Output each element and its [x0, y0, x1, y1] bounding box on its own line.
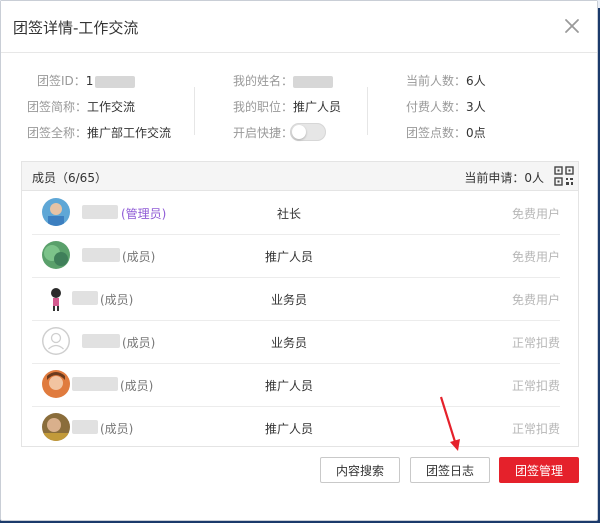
member-role: (成员) — [120, 379, 154, 393]
dialog-title: 团签详情-工作交流 — [13, 19, 139, 37]
redacted-name — [293, 75, 334, 88]
dialog-footer: 内容搜索 团签日志 团签管理 — [1, 453, 599, 493]
members-panel: 成员（6/65） 当前申请：0人 (管理员) 社长 免费用户 (成员) 推广人员… — [21, 161, 579, 447]
member-row[interactable]: (管理员) 社长 免费用户 — [32, 191, 560, 235]
member-status: 正常扣费 — [511, 422, 560, 436]
my-name-label: 我的姓名： — [233, 74, 294, 88]
group-shortname-row: 团签简称：工作交流 — [27, 98, 135, 116]
close-icon[interactable] — [561, 15, 583, 37]
quick-enable-label: 开启快捷： — [233, 126, 294, 140]
info-divider — [194, 87, 195, 135]
member-role: (成员) — [122, 336, 156, 350]
member-name-redacted — [72, 420, 98, 434]
group-fullname-label: 团签全称： — [27, 126, 88, 140]
my-name-row: 我的姓名： — [233, 72, 334, 90]
member-post: 推广人员 — [264, 422, 313, 436]
member-status: 正常扣费 — [511, 336, 560, 350]
members-title: 成员（6/65） — [32, 171, 107, 185]
member-name-redacted — [72, 291, 98, 305]
quick-enable-row: 开启快捷： — [233, 124, 293, 142]
member-status: 免费用户 — [511, 207, 560, 221]
dialog-titlebar: 团签详情-工作交流 — [1, 1, 597, 53]
member-name-redacted — [82, 248, 120, 262]
member-status: 正常扣费 — [511, 379, 560, 393]
member-status: 免费用户 — [511, 293, 560, 307]
paid-count-row: 付费人数：3人 — [406, 98, 486, 116]
current-count-row: 当前人数：6人 — [406, 72, 486, 90]
paid-count-label: 付费人数： — [406, 100, 467, 114]
my-position-label: 我的职位： — [233, 100, 294, 114]
group-fullname-row: 团签全称：推广部工作交流 — [27, 124, 171, 142]
group-info: 团签ID：1 团签简称：工作交流 团签全称：推广部工作交流 我的姓名： 我的职位… — [1, 63, 599, 153]
member-name-redacted — [82, 205, 118, 219]
my-position-row: 我的职位：推广人员 — [233, 98, 341, 116]
content-search-button[interactable]: 内容搜索 — [320, 457, 400, 483]
group-id-row: 团签ID：1 — [37, 72, 136, 90]
member-post: 社长 — [276, 207, 301, 221]
member-row[interactable]: (成员) 业务员 正常扣费 — [32, 320, 560, 364]
group-log-button[interactable]: 团签日志 — [410, 457, 490, 483]
default-avatar-icon — [42, 327, 70, 355]
member-avatar — [42, 413, 70, 441]
quick-enable-toggle[interactable] — [290, 123, 326, 141]
apply-label: 当前申请： — [464, 171, 525, 185]
my-position-value: 推广人员 — [293, 100, 342, 114]
member-role: (成员) — [100, 422, 134, 436]
member-row[interactable]: (成员) 业务员 免费用户 — [32, 277, 560, 321]
group-details-dialog: 团签详情-工作交流 团签ID：1 团签简称：工作交流 团签全称：推广部工作交流 … — [0, 0, 598, 521]
member-name-redacted — [72, 377, 118, 391]
members-list: (管理员) 社长 免费用户 (成员) 推广人员 免费用户 (成员) 业务员 免费… — [22, 191, 578, 446]
member-post: 推广人员 — [264, 379, 313, 393]
member-avatar — [42, 198, 70, 226]
current-count-value: 6人 — [466, 74, 486, 88]
toggle-knob — [292, 125, 306, 139]
group-id-label: 团签ID： — [37, 74, 86, 88]
member-avatar — [42, 284, 70, 312]
member-row[interactable]: (成员) 推广人员 免费用户 — [32, 234, 560, 278]
member-role: (成员) — [122, 250, 156, 264]
apply-status: 当前申请：0人 — [464, 169, 544, 186]
member-post: 业务员 — [270, 293, 307, 307]
member-role: (成员) — [100, 293, 134, 307]
member-avatar — [42, 241, 70, 269]
paid-count-value: 3人 — [466, 100, 486, 114]
points-label: 团签点数： — [406, 126, 467, 140]
group-id-value: 1 — [85, 74, 94, 88]
group-fullname-value: 推广部工作交流 — [87, 126, 172, 140]
members-header: 成员（6/65） 当前申请：0人 — [22, 162, 578, 191]
points-value: 0点 — [466, 126, 486, 140]
group-manage-button[interactable]: 团签管理 — [499, 457, 579, 483]
member-post: 推广人员 — [264, 250, 313, 264]
member-row[interactable]: (成员) 推广人员 正常扣费 — [32, 363, 560, 407]
apply-count: 0人 — [524, 171, 544, 185]
redacted-id — [95, 75, 136, 88]
current-count-label: 当前人数： — [406, 74, 467, 88]
group-shortname-label: 团签简称： — [27, 100, 88, 114]
group-shortname-value: 工作交流 — [87, 100, 136, 114]
member-name-redacted — [82, 334, 120, 348]
points-row: 团签点数：0点 — [406, 124, 486, 142]
member-post: 业务员 — [270, 336, 307, 350]
member-status: 免费用户 — [511, 250, 560, 264]
member-row[interactable]: (成员) 推广人员 正常扣费 — [32, 406, 560, 449]
member-role: (管理员) — [121, 207, 167, 221]
info-divider — [367, 87, 368, 135]
member-avatar — [42, 370, 70, 398]
qr-code-icon[interactable] — [554, 166, 574, 186]
